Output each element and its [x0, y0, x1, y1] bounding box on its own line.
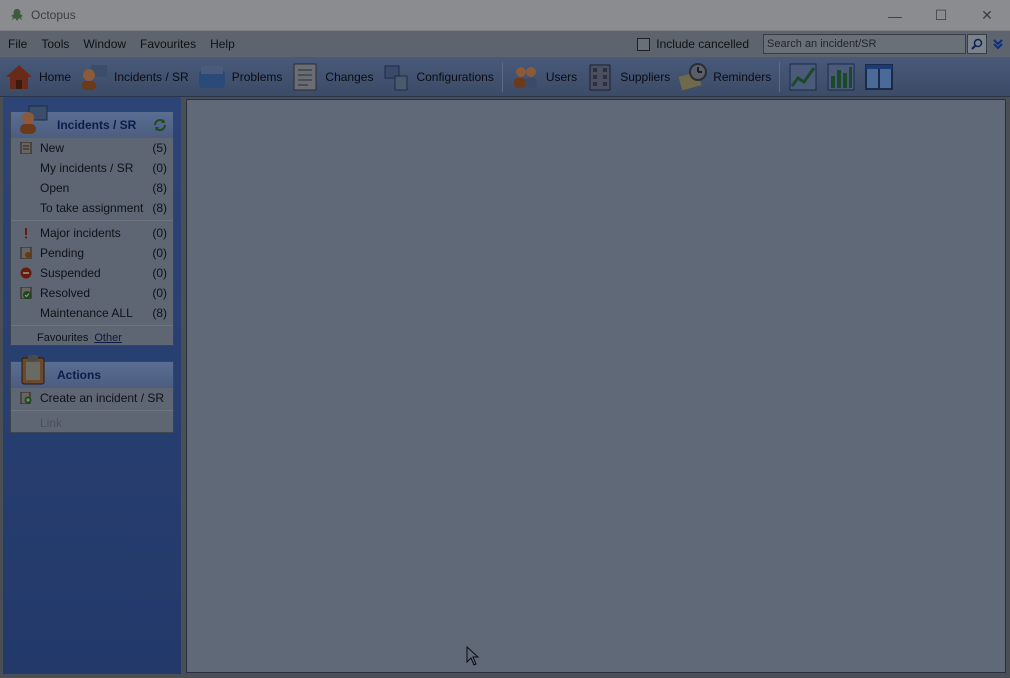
new-doc-icon — [20, 142, 32, 154]
toolbar-users-button[interactable]: Users — [507, 58, 581, 96]
search-button[interactable] — [967, 34, 987, 54]
incidents-panel: Incidents / SR New (5) My incidents / SR… — [10, 105, 174, 348]
expand-search-button[interactable] — [989, 34, 1007, 54]
pending-icon — [20, 247, 32, 259]
list-item-suspended[interactable]: Suspended (0) — [11, 263, 173, 283]
toolbar-home-button[interactable]: Home — [0, 58, 75, 96]
toolbar-chart-bar-button[interactable] — [822, 58, 860, 96]
search-icon — [971, 38, 983, 50]
divider — [11, 220, 173, 221]
toolbar-suppliers-button[interactable]: Suppliers — [581, 58, 674, 96]
exclamation-icon — [25, 228, 27, 239]
list-item-maintenance-all[interactable]: Maintenance ALL (8) — [11, 303, 173, 323]
divider — [11, 325, 173, 326]
resolved-icon — [20, 287, 32, 299]
list-item-to-take-assignment[interactable]: To take assignment (8) — [11, 198, 173, 218]
incidents-icon — [20, 105, 48, 134]
reminders-icon — [678, 62, 708, 90]
toolbar-configurations-button[interactable]: Configurations — [377, 58, 497, 96]
suppliers-icon — [589, 64, 611, 90]
line-chart-icon — [789, 63, 817, 90]
sidebar: Incidents / SR New (5) My incidents / SR… — [3, 97, 181, 674]
toolbar-chart-line-button[interactable] — [784, 58, 822, 96]
incidents-panel-title: Incidents / SR — [57, 118, 137, 132]
list-item-my-incidents[interactable]: My incidents / SR (0) — [11, 158, 173, 178]
toolbar-separator — [779, 61, 781, 92]
create-incident-action[interactable]: Create an incident / SR — [11, 388, 173, 408]
actions-panel-header[interactable]: Actions — [11, 355, 173, 388]
other-link[interactable]: Other — [94, 332, 122, 344]
suspended-icon — [20, 267, 32, 279]
list-item-major-incidents[interactable]: Major incidents (0) — [11, 223, 173, 243]
double-chevron-down-icon — [993, 39, 1003, 50]
mouse-cursor-icon — [466, 646, 480, 666]
menu-file[interactable]: File — [0, 37, 33, 51]
list-item-pending[interactable]: Pending (0) — [11, 243, 173, 263]
minimize-button[interactable]: — — [872, 0, 918, 31]
incidents-panel-header[interactable]: Incidents / SR — [11, 105, 173, 138]
close-button[interactable]: ✕ — [964, 0, 1010, 31]
favourites-row: Favourites Other — [11, 328, 173, 348]
changes-icon — [293, 63, 317, 90]
favourites-link[interactable]: Favourites — [37, 332, 88, 344]
incidents-icon — [82, 64, 108, 90]
menu-window[interactable]: Window — [75, 37, 132, 51]
list-item-open[interactable]: Open (8) — [11, 178, 173, 198]
list-item-new[interactable]: New (5) — [11, 138, 173, 158]
search-input[interactable]: Search an incident/SR — [763, 34, 966, 54]
toolbar-problems-button[interactable]: Problems — [193, 58, 287, 96]
layout-icon — [865, 63, 894, 90]
toolbar-separator — [501, 61, 503, 92]
toolbar-changes-button[interactable]: Changes — [286, 58, 377, 96]
home-icon — [6, 64, 32, 89]
configurations-icon — [384, 65, 408, 90]
actions-panel: Actions Create an incident / SR Link — [10, 355, 174, 433]
menu-bar: File Tools Window Favourites Help Includ… — [0, 31, 1010, 57]
toolbar-layout-button[interactable] — [860, 58, 898, 96]
list-item-resolved[interactable]: Resolved (0) — [11, 283, 173, 303]
refresh-icon[interactable] — [153, 118, 167, 132]
title-bar: Octopus — ☐ ✕ — [0, 0, 1010, 31]
menu-tools[interactable]: Tools — [33, 37, 75, 51]
window-title: Octopus — [31, 8, 76, 22]
link-action[interactable]: Link — [11, 413, 173, 433]
divider — [11, 410, 173, 411]
maximize-button[interactable]: ☐ — [918, 0, 964, 31]
main-toolbar: Home Incidents / SR Problems Changes Con… — [0, 57, 1010, 97]
users-icon — [513, 66, 537, 88]
include-cancelled-label: Include cancelled — [656, 37, 749, 51]
menu-favourites[interactable]: Favourites — [132, 37, 202, 51]
clipboard-icon — [21, 355, 45, 385]
main-content-area — [186, 99, 1006, 673]
toolbar-incidents-button[interactable]: Incidents / SR — [75, 58, 193, 96]
problems-icon — [198, 65, 225, 88]
include-cancelled-checkbox[interactable] — [637, 37, 651, 51]
create-doc-icon — [20, 392, 32, 404]
menu-help[interactable]: Help — [202, 37, 241, 51]
bar-chart-icon — [827, 63, 855, 90]
toolbar-reminders-button[interactable]: Reminders — [674, 58, 775, 96]
actions-panel-title: Actions — [57, 368, 102, 382]
octopus-icon — [11, 9, 23, 21]
